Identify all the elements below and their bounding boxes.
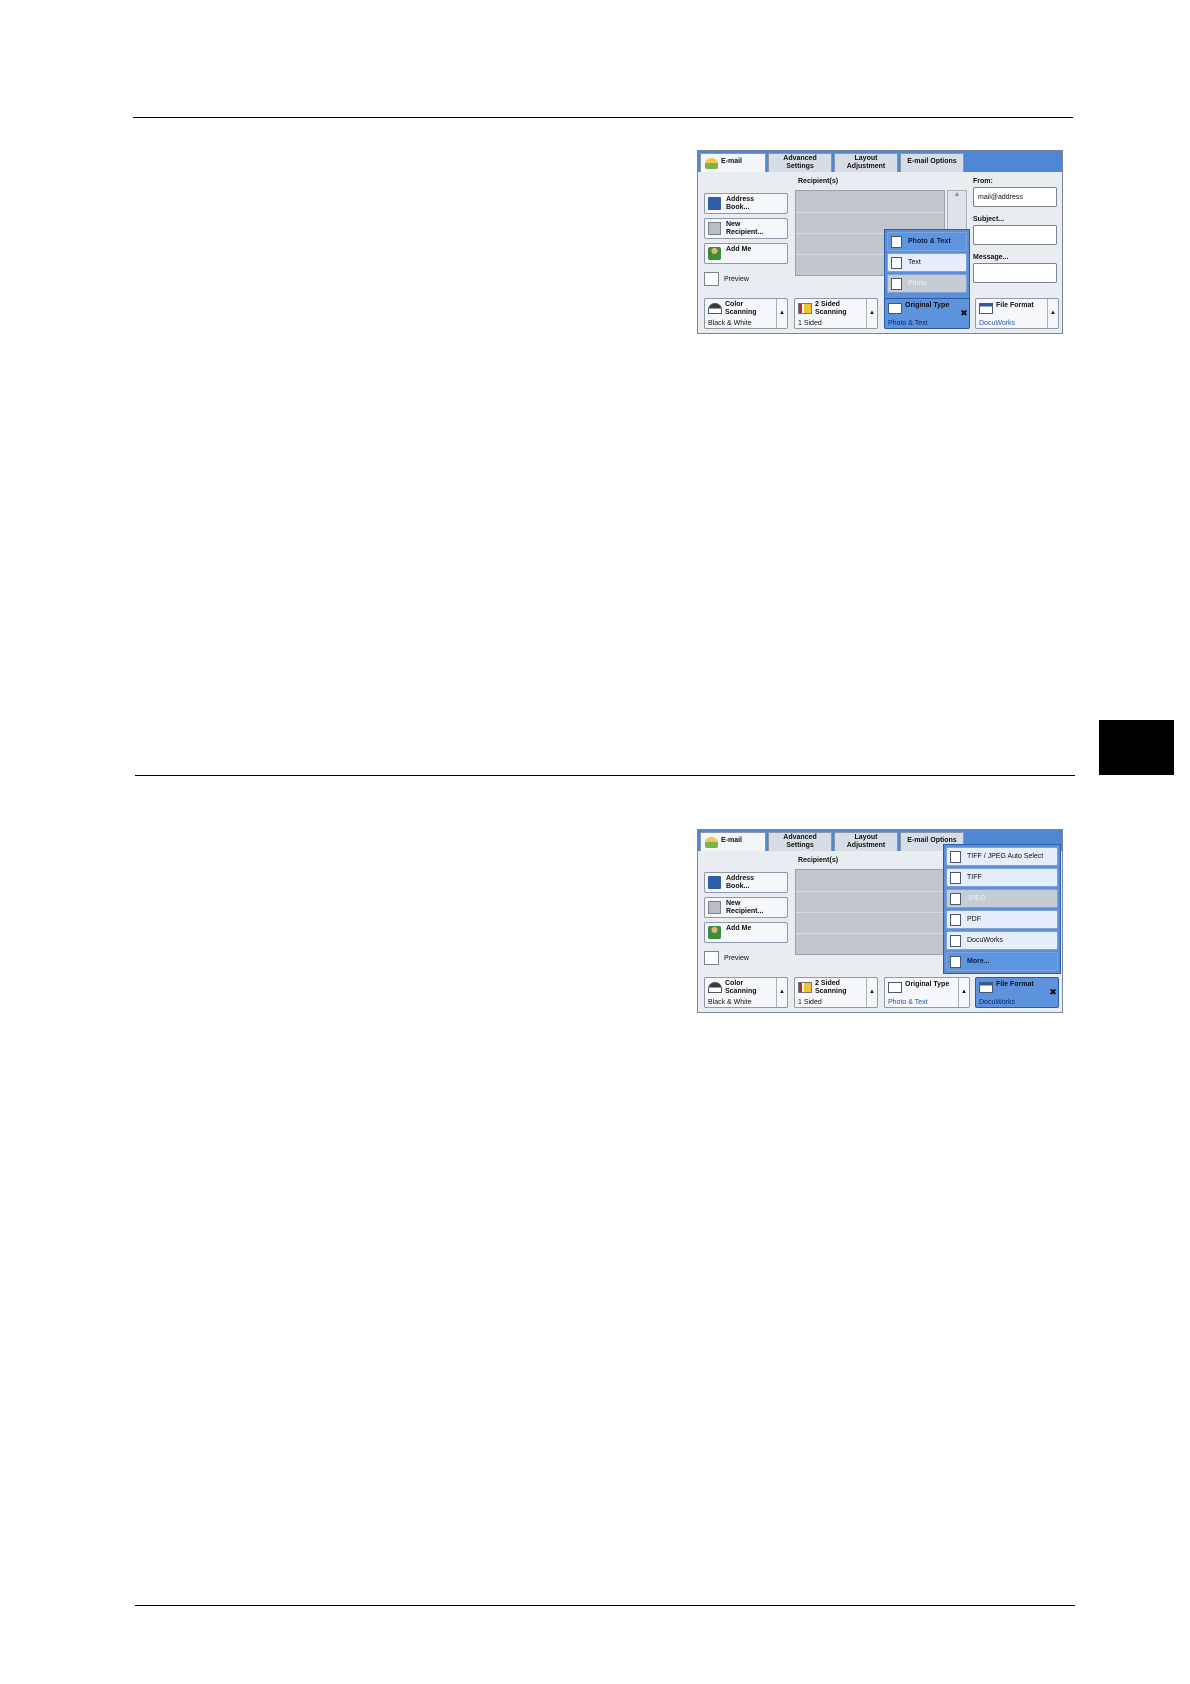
new-recipient-button[interactable]: New Recipient... — [704, 218, 788, 239]
keyboard-icon — [708, 222, 721, 235]
color-scanning-icon — [708, 982, 722, 993]
preview-label: Preview — [724, 276, 749, 283]
preview-label: Preview — [724, 955, 749, 962]
menu-item-jpeg: JPEG — [946, 889, 1058, 908]
keyboard-icon — [708, 901, 721, 914]
docuworks-icon — [950, 935, 961, 947]
tab-layout-adjustment[interactable]: Layout Adjustment — [834, 832, 898, 851]
expand-up-icon[interactable]: ▲ — [866, 299, 877, 328]
email-screen-original-type: E-mail Advanced Settings Layout Adjustment… — [697, 150, 1063, 334]
preview-checkbox[interactable] — [704, 951, 719, 965]
photo-text-icon — [891, 236, 902, 248]
file-format-icon — [979, 982, 993, 993]
expand-up-icon[interactable]: ▲ — [776, 978, 787, 1007]
expand-up-icon[interactable]: ▲ — [1047, 299, 1058, 328]
tab-email[interactable]: E-mail — [700, 832, 766, 853]
two-sided-scanning-button[interactable]: 2 Sided Scanning 1 Sided ▲ — [794, 298, 878, 329]
recipients-label: Recipient(s) — [798, 857, 839, 864]
close-icon[interactable]: ✖ — [959, 299, 969, 328]
tab-email[interactable]: E-mail — [700, 153, 766, 174]
menu-item-tiff[interactable]: TIFF — [946, 868, 1058, 887]
tiff-jpeg-icon — [950, 851, 961, 863]
expand-up-icon[interactable]: ▲ — [866, 978, 877, 1007]
add-me-button[interactable]: Add Me — [704, 243, 788, 264]
color-scanning-icon — [708, 303, 722, 314]
expand-up-icon[interactable]: ▲ — [776, 299, 787, 328]
middle-rule — [135, 775, 1075, 776]
two-sided-icon — [798, 982, 812, 993]
menu-item-tiff-jpeg-auto[interactable]: TIFF / JPEG Auto Select — [946, 847, 1058, 866]
tab-bar: E-mail Advanced Settings Layout Adjustment… — [698, 151, 1062, 174]
expand-up-icon[interactable]: ▲ — [958, 978, 969, 1007]
subject-field[interactable] — [973, 225, 1057, 245]
message-field[interactable] — [973, 263, 1057, 283]
new-recipient-button[interactable]: New Recipient... — [704, 897, 788, 918]
person-icon — [708, 926, 721, 939]
tiff-icon — [950, 872, 961, 884]
menu-item-photo: Photo — [887, 274, 967, 293]
original-type-button[interactable]: Original Type Photo & Text ✖ — [884, 298, 970, 329]
original-type-icon — [888, 982, 902, 993]
tab-advanced-settings[interactable]: Advanced Settings — [768, 153, 832, 172]
tab-layout-adjustment[interactable]: Layout Adjustment — [834, 153, 898, 172]
original-type-menu: Photo & Text Text Photo — [884, 229, 970, 299]
top-rule — [133, 117, 1073, 118]
two-sided-scanning-button[interactable]: 2 Sided Scanning 1 Sided ▲ — [794, 977, 878, 1008]
original-type-icon — [888, 303, 902, 314]
more-icon — [950, 956, 961, 968]
pdf-icon — [950, 914, 961, 926]
file-format-icon — [979, 303, 993, 314]
bottom-rule — [135, 1605, 1075, 1606]
tab-email-options[interactable]: E-mail Options — [900, 153, 964, 172]
color-scanning-button[interactable]: Color Scanning Black & White ▲ — [704, 298, 788, 329]
scroll-up-icon[interactable]: ▲ — [954, 191, 961, 198]
from-field[interactable]: mail@address — [973, 187, 1057, 207]
file-format-menu: TIFF / JPEG Auto Select TIFF JPEG PDF Do… — [943, 844, 1061, 974]
menu-item-docuworks[interactable]: DocuWorks — [946, 931, 1058, 950]
file-format-button[interactable]: File Format DocuWorks ✖ — [975, 977, 1059, 1008]
preview-checkbox[interactable] — [704, 272, 719, 286]
tab-advanced-settings[interactable]: Advanced Settings — [768, 832, 832, 851]
menu-item-more[interactable]: More... — [946, 952, 1058, 971]
text-icon — [891, 257, 902, 269]
chapter-side-tab — [1099, 720, 1174, 775]
menu-item-photo-text[interactable]: Photo & Text — [887, 232, 967, 251]
email-screen-file-format: E-mail Advanced Settings Layout Adjustment… — [697, 829, 1063, 1013]
jpeg-icon — [950, 893, 961, 905]
recipients-label: Recipient(s) — [798, 178, 839, 185]
address-book-icon — [708, 876, 721, 889]
close-icon[interactable]: ✖ — [1048, 978, 1058, 1007]
menu-item-text[interactable]: Text — [887, 253, 967, 272]
email-icon — [705, 837, 718, 848]
address-book-icon — [708, 197, 721, 210]
two-sided-icon — [798, 303, 812, 314]
email-icon — [705, 158, 718, 169]
original-type-button[interactable]: Original Type Photo & Text ▲ — [884, 977, 970, 1008]
address-book-button[interactable]: Address Book... — [704, 872, 788, 893]
recipient-list[interactable] — [795, 869, 945, 955]
add-me-button[interactable]: Add Me — [704, 922, 788, 943]
person-icon — [708, 247, 721, 260]
photo-icon — [891, 278, 902, 290]
from-label: From: — [973, 178, 993, 185]
menu-item-pdf[interactable]: PDF — [946, 910, 1058, 929]
message-label: Message... — [973, 254, 1009, 261]
file-format-button[interactable]: File Format DocuWorks ▲ — [975, 298, 1059, 329]
address-book-button[interactable]: Address Book... — [704, 193, 788, 214]
color-scanning-button[interactable]: Color Scanning Black & White ▲ — [704, 977, 788, 1008]
subject-label: Subject... — [973, 216, 1005, 223]
